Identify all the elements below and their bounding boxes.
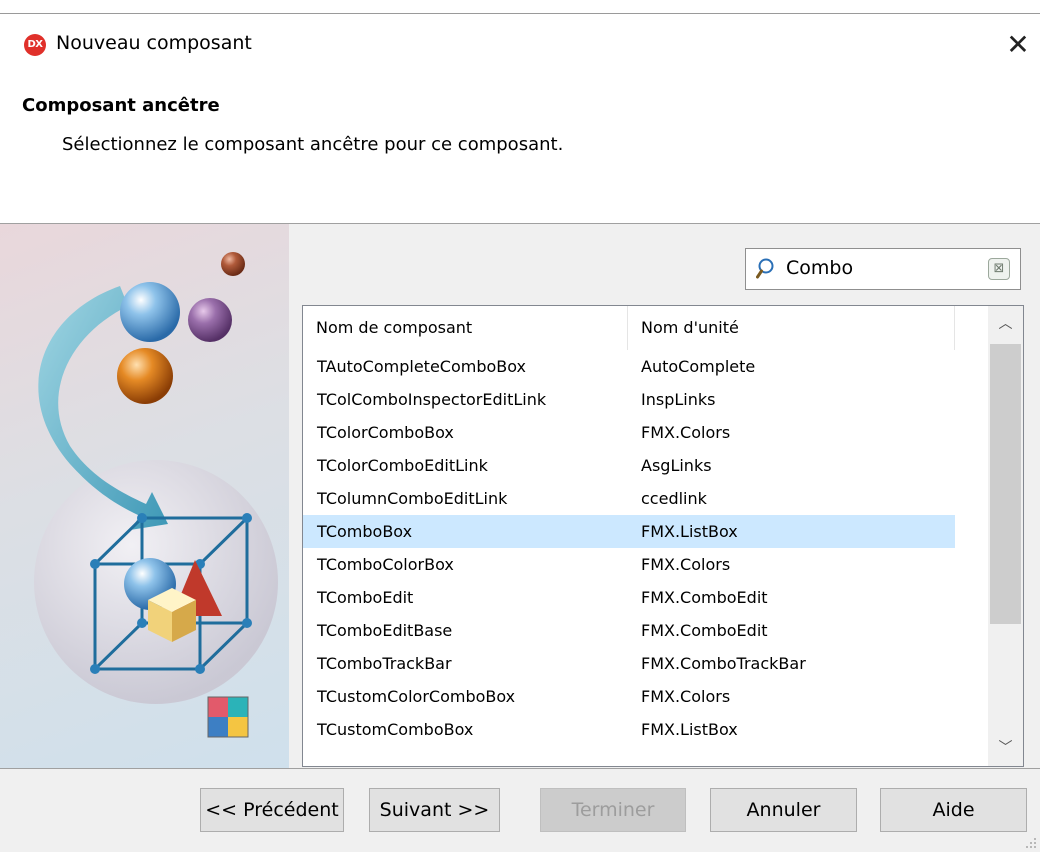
list-item[interactable]: TColumnComboEditLink ccedlink [303, 482, 955, 515]
unit-name: FMX.Colors [641, 555, 731, 574]
previous-button[interactable]: << Précédent [200, 788, 344, 832]
component-name: TComboColorBox [317, 555, 454, 574]
unit-name: AsgLinks [641, 456, 712, 475]
list-item[interactable]: TColComboInspectorEditLink InspLinks [303, 383, 955, 416]
scroll-down-icon[interactable]: ﹀ [988, 730, 1023, 766]
wizard-illustration [0, 224, 289, 768]
column-header-component-name[interactable]: Nom de composant [303, 306, 628, 350]
search-icon [756, 258, 774, 279]
component-name: TComboEditBase [317, 621, 453, 640]
unit-name: FMX.ComboEdit [641, 621, 768, 640]
component-name: TComboBox [317, 522, 413, 541]
resize-grip-icon[interactable] [1024, 836, 1038, 850]
unit-name: FMX.ListBox [641, 522, 738, 541]
list-item[interactable]: TComboTrackBar FMX.ComboTrackBar [303, 647, 955, 680]
list-header: Nom de composant Nom d'unité [303, 306, 988, 350]
component-name: TColComboInspectorEditLink [317, 390, 547, 409]
list-item[interactable]: TComboColorBox FMX.Colors [303, 548, 955, 581]
page-description: Sélectionnez le composant ancêtre pour c… [62, 134, 564, 155]
finish-button[interactable]: Terminer [540, 788, 686, 832]
unit-name: AutoComplete [641, 357, 756, 376]
component-name: TComboTrackBar [317, 654, 452, 673]
list-item[interactable]: TAutoCompleteComboBox AutoComplete [303, 350, 955, 383]
component-artwork-icon [34, 252, 278, 738]
component-list[interactable]: Nom de composant Nom d'unité TAutoComple… [302, 305, 1024, 767]
scrollbar-thumb[interactable] [990, 344, 1021, 624]
window-title: Nouveau composant [56, 32, 252, 54]
unit-name: FMX.Colors [641, 423, 731, 442]
close-button[interactable]: ✕ [998, 26, 1038, 64]
list-item[interactable]: TComboEditBase FMX.ComboEdit [303, 614, 955, 647]
unit-name: InspLinks [641, 390, 716, 409]
component-name: TAutoCompleteComboBox [317, 357, 527, 376]
list-item[interactable]: TCustomColorComboBox FMX.Colors [303, 680, 955, 713]
list-item-selected[interactable]: TComboBox FMX.ListBox [303, 515, 955, 548]
list-item[interactable]: TComboEdit FMX.ComboEdit [303, 581, 955, 614]
cancel-button[interactable]: Annuler [710, 788, 857, 832]
unit-name: FMX.ComboTrackBar [641, 654, 806, 673]
search-input[interactable] [786, 253, 971, 283]
column-header-unit-name[interactable]: Nom d'unité [628, 306, 955, 350]
component-name: TColorComboBox [317, 423, 454, 442]
list-item[interactable]: TColorComboEditLink AsgLinks [303, 449, 955, 482]
unit-name: FMX.Colors [641, 687, 731, 706]
unit-name: ccedlink [641, 489, 707, 508]
help-button[interactable]: Aide [880, 788, 1027, 832]
clear-search-icon[interactable]: ⊠ [988, 258, 1010, 280]
unit-name: FMX.ComboEdit [641, 588, 768, 607]
component-name: TCustomColorComboBox [317, 687, 516, 706]
vertical-scrollbar[interactable]: ︿ ﹀ [988, 306, 1023, 766]
app-logo-icon: DX [24, 34, 46, 56]
page-title: Composant ancêtre [22, 95, 220, 116]
component-name: TCustomComboBox [317, 720, 474, 739]
component-name: TColumnComboEditLink [317, 489, 508, 508]
list-item[interactable]: TCustomComboBox FMX.ListBox [303, 713, 955, 746]
component-name: TColorComboEditLink [317, 456, 488, 475]
next-button[interactable]: Suivant >> [369, 788, 500, 832]
unit-name: FMX.ListBox [641, 720, 738, 739]
component-name: TComboEdit [317, 588, 414, 607]
list-item[interactable]: TColorComboBox FMX.Colors [303, 416, 955, 449]
search-box[interactable]: ⊠ [745, 248, 1021, 290]
scroll-up-icon[interactable]: ︿ [988, 306, 1023, 342]
